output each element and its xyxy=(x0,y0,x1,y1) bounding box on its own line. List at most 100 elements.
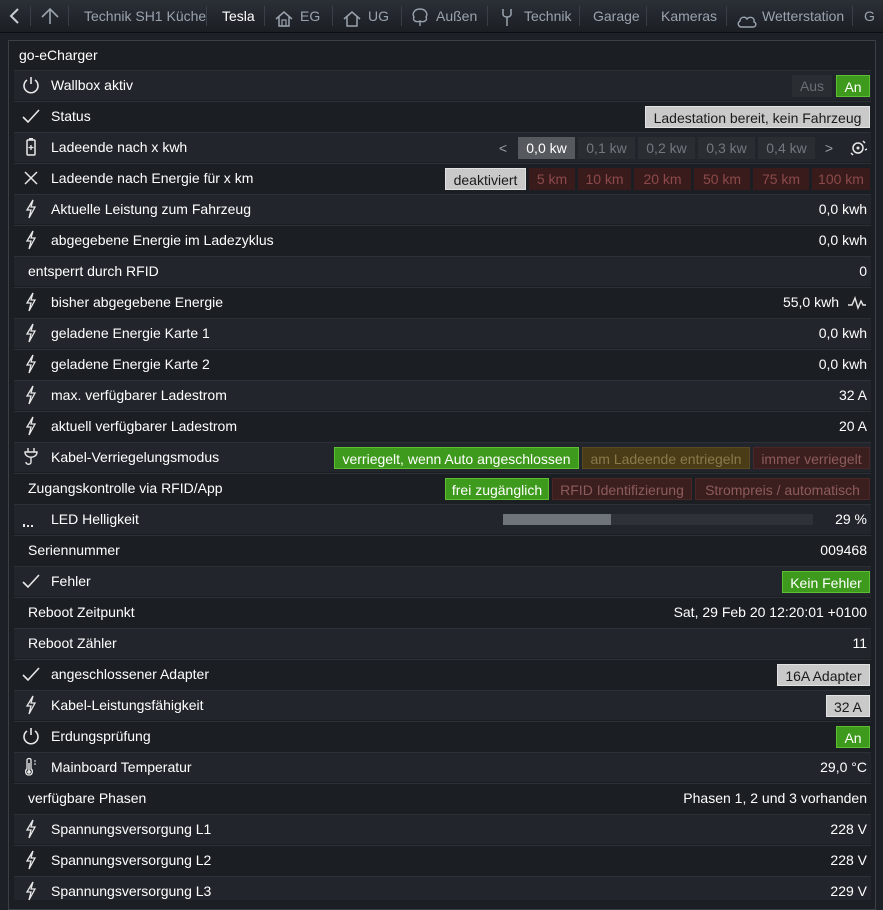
status-badge: Ladestation bereit, kein Fahrzeug xyxy=(645,106,870,128)
row-label: Ladeende nach Energie für x km xyxy=(51,170,254,186)
km-option-75[interactable]: 75 km xyxy=(753,168,809,190)
power-icon xyxy=(21,75,41,95)
row-value: 228 V xyxy=(830,852,867,868)
row-seriennummer: Seriennummer 009468 xyxy=(14,535,871,565)
lock-mode-unlock-at-end-button[interactable]: am Ladeende entriegeln xyxy=(582,447,750,469)
led-brightness-slider[interactable] xyxy=(503,514,813,525)
km-option-50[interactable]: 50 km xyxy=(694,168,750,190)
row-value: 29 % xyxy=(835,511,867,527)
lightning-icon xyxy=(21,850,41,870)
row-label: Kabel-Leistungsfähigkeit xyxy=(51,697,204,713)
lock-mode-connected-button[interactable]: verriegelt, wenn Auto angeschlossen xyxy=(334,447,579,469)
lock-mode-always-button[interactable]: immer verriegelt xyxy=(753,447,870,469)
row-value: 55,0 kwh xyxy=(782,294,839,310)
row-value: 0,0 kwh xyxy=(818,356,867,372)
power-icon xyxy=(21,726,41,746)
km-option-100[interactable]: 100 km xyxy=(812,168,870,190)
house-icon xyxy=(274,7,294,32)
close-icon xyxy=(21,168,41,188)
row-fehler: Fehler Kein Fehler xyxy=(14,566,871,596)
row-entsperrt-rfid: entsperrt durch RFID 0 xyxy=(14,256,871,286)
row-spannung-l1: Spannungsversorgung L1 228 V xyxy=(14,814,871,844)
km-option-5[interactable]: 5 km xyxy=(529,168,575,190)
row-wallbox-aktiv: Wallbox aktiv Aus An xyxy=(14,70,871,100)
row-karte-1: geladene Energie Karte 1 0,0 kwh xyxy=(14,318,871,348)
back-chevron-icon[interactable] xyxy=(8,7,22,30)
dial-icon[interactable] xyxy=(848,138,868,163)
error-status-badge: Kein Fehler xyxy=(782,571,870,593)
row-label: geladene Energie Karte 1 xyxy=(51,325,210,341)
tree-icon xyxy=(410,6,430,32)
row-zugangskontrolle: Zugangskontrolle via RFID/App frei zugän… xyxy=(14,473,871,503)
row-value: 0,0 kwh xyxy=(818,201,867,217)
km-option-20[interactable]: 20 km xyxy=(634,168,691,190)
row-label: Wallbox aktiv xyxy=(51,77,133,93)
kwh-option-0[interactable]: 0,0 kw xyxy=(518,137,575,159)
lightning-icon xyxy=(21,695,41,715)
lightning-icon xyxy=(21,385,41,405)
plug-icon xyxy=(21,447,41,467)
access-price-button[interactable]: Strompreis / automatisch xyxy=(695,478,870,500)
adapter-badge: 16A Adapter xyxy=(777,664,870,686)
lightning-icon xyxy=(21,199,41,219)
lightning-icon xyxy=(21,881,41,901)
row-aktuell-ladestrom: aktuell verfügbarer Ladestrom 20 A xyxy=(14,411,871,441)
row-led-helligkeit: LED Helligkeit 29 % xyxy=(14,504,871,534)
access-rfid-button[interactable]: RFID Identifizierung xyxy=(552,478,692,500)
lightning-icon xyxy=(21,416,41,436)
row-aktuelle-leistung: Aktuelle Leistung zum Fahrzeug 0,0 kwh xyxy=(14,194,871,224)
row-max-ladestrom: max. verfügbarer Ladestrom 32 A xyxy=(14,380,871,410)
kwh-option-4[interactable]: 0,4 kw xyxy=(758,137,815,159)
row-erdungspruefung: Erdungsprüfung An xyxy=(14,721,871,751)
lightning-icon xyxy=(21,292,41,312)
kwh-option-3[interactable]: 0,3 kw xyxy=(698,137,755,159)
kwh-next-button[interactable]: > xyxy=(818,137,840,159)
wrench-icon xyxy=(498,6,516,32)
kwh-option-1[interactable]: 0,1 kw xyxy=(578,137,635,159)
thermometer-icon xyxy=(21,757,41,777)
row-label: Status xyxy=(51,108,91,124)
access-free-button[interactable]: frei zugänglich xyxy=(445,478,549,500)
row-mainboard-temperatur: Mainboard Temperatur 29,0 °C xyxy=(14,752,871,782)
row-value: 009468 xyxy=(820,542,867,558)
house-outline-icon xyxy=(342,7,362,32)
row-label: aktuell verfügbarer Ladestrom xyxy=(51,418,237,434)
wallbox-off-button[interactable]: Aus xyxy=(792,75,832,97)
history-chart-icon[interactable] xyxy=(847,295,867,316)
row-label: Reboot Zeitpunkt xyxy=(28,604,135,620)
check-icon xyxy=(21,571,41,591)
wallbox-on-button[interactable]: An xyxy=(836,75,870,97)
row-label: Fehler xyxy=(51,573,91,589)
brightness-bars-icon xyxy=(21,509,41,529)
row-spannung-l2: Spannungsversorgung L2 228 V xyxy=(14,845,871,875)
row-label: Spannungsversorgung L2 xyxy=(51,852,212,868)
lightning-icon xyxy=(21,819,41,839)
row-abgegebene-energie-ladezyklus: abgegebene Energie im Ladezyklus 0,0 kwh xyxy=(14,225,871,255)
row-karte-2: geladene Energie Karte 2 0,0 kwh xyxy=(14,349,871,379)
row-value: 228 V xyxy=(830,821,867,837)
row-label: verfügbare Phasen xyxy=(28,790,147,806)
lightning-icon xyxy=(21,230,41,250)
up-arrow-icon[interactable] xyxy=(40,7,60,30)
row-label: Reboot Zähler xyxy=(28,635,117,651)
row-label: max. verfügbarer Ladestrom xyxy=(51,387,227,403)
row-value: Phasen 1, 2 und 3 vorhanden xyxy=(683,790,867,806)
cable-capacity-badge: 32 A xyxy=(826,695,870,717)
row-label: Ladeende nach x kwh xyxy=(51,139,188,155)
row-reboot-zeitpunkt: Reboot Zeitpunkt Sat, 29 Feb 20 12:20:01… xyxy=(14,597,871,627)
top-navigation: Technik SH1 Küche Tesla EG UG Außen Tech… xyxy=(0,0,883,33)
km-option-deaktiviert[interactable]: deaktiviert xyxy=(445,168,526,190)
lightning-icon xyxy=(21,354,41,374)
row-value: 0,0 kwh xyxy=(818,325,867,341)
row-label: Erdungsprüfung xyxy=(51,728,151,744)
row-label: angeschlossener Adapter xyxy=(51,666,209,682)
kwh-option-2[interactable]: 0,2 kw xyxy=(638,137,695,159)
row-verfuegbare-phasen: verfügbare Phasen Phasen 1, 2 und 3 vorh… xyxy=(14,783,871,813)
kwh-prev-button[interactable]: < xyxy=(492,137,514,159)
row-label: Seriennummer xyxy=(28,542,120,558)
row-label: Spannungsversorgung L3 xyxy=(51,883,212,899)
row-status: Status Ladestation bereit, kein Fahrzeug xyxy=(14,101,871,131)
lightning-icon xyxy=(21,323,41,343)
km-option-10[interactable]: 10 km xyxy=(578,168,631,190)
cloud-icon xyxy=(736,8,758,32)
